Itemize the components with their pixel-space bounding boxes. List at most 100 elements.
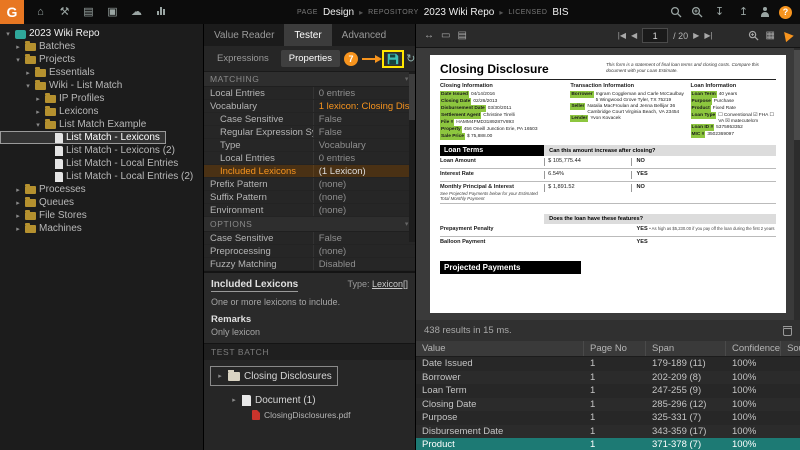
expander-icon[interactable]: [230, 396, 238, 404]
property-row-case-sensitive-options[interactable]: Case SensitiveFalse: [204, 232, 415, 245]
expander-icon[interactable]: ▾: [24, 82, 32, 90]
upload-icon[interactable]: [736, 0, 751, 24]
property-value[interactable]: (1 Lexicon): [314, 166, 415, 177]
first-page-button[interactable]: [618, 31, 626, 40]
expander-icon[interactable]: ▸: [14, 199, 22, 207]
property-row-fuzzy-matching[interactable]: Fuzzy MatchingDisabled: [204, 258, 415, 271]
stats-icon[interactable]: [153, 0, 168, 24]
trash-icon[interactable]: [783, 326, 792, 336]
property-row-vocabulary[interactable]: Vocabulary1 lexicon: Closing Disclosu…: [204, 100, 415, 113]
tree-item-wiki-list-match[interactable]: ▾Wiki - List Match: [0, 79, 203, 92]
layout-grid-icon[interactable]: [766, 30, 775, 41]
tab-tester[interactable]: Tester: [284, 24, 331, 46]
page-number-input[interactable]: [642, 28, 668, 43]
property-value[interactable]: Disabled: [314, 259, 415, 270]
refresh-icon[interactable]: [406, 52, 415, 65]
result-row[interactable]: Closing Date1285-296 (12)100%: [416, 398, 800, 412]
search-icon[interactable]: [670, 6, 682, 18]
property-row-regex-syntax[interactable]: Regular Expression SyntaxFalse: [204, 126, 415, 139]
help-icon[interactable]: [779, 6, 792, 19]
tree-item-batches[interactable]: ▸Batches: [0, 40, 203, 53]
download-icon[interactable]: [712, 0, 727, 24]
expander-icon[interactable]: ▸: [14, 225, 22, 233]
column-confidence[interactable]: Confidence: [726, 341, 781, 356]
property-row-local-entries-2[interactable]: Local Entries0 entries: [204, 152, 415, 165]
cloud-icon[interactable]: [129, 0, 144, 24]
fit-page-icon[interactable]: [441, 30, 450, 41]
type-value[interactable]: Lexicon[]: [372, 279, 408, 289]
expander-icon[interactable]: ▾: [14, 56, 22, 64]
inspector-scrollbar[interactable]: [409, 72, 415, 242]
column-span[interactable]: Span: [646, 341, 726, 356]
section-matching[interactable]: MATCHING: [204, 72, 415, 87]
property-value[interactable]: False: [314, 114, 415, 125]
property-value[interactable]: (none): [314, 179, 415, 190]
repository-value[interactable]: 2023 Wiki Repo: [424, 7, 495, 18]
result-row[interactable]: Borrower1202-209 (8)100%: [416, 371, 800, 385]
tree-item-file-stores[interactable]: ▸File Stores: [0, 209, 203, 222]
tree-item-list-match-example[interactable]: ▾List Match Example: [0, 118, 203, 131]
thumbnails-icon[interactable]: [457, 30, 466, 41]
property-value[interactable]: False: [314, 127, 415, 138]
home-icon[interactable]: [33, 0, 48, 24]
property-value[interactable]: 1 lexicon: Closing Disclosu…: [314, 101, 415, 112]
column-page-no[interactable]: Page No: [584, 341, 646, 356]
previous-page-button[interactable]: [631, 31, 637, 40]
property-value[interactable]: False: [314, 233, 415, 244]
tree-item-essentials[interactable]: ▸Essentials: [0, 66, 203, 79]
save-button[interactable]: [382, 50, 404, 68]
property-row-prefix-pattern[interactable]: Prefix Pattern(none): [204, 178, 415, 191]
last-page-button[interactable]: [704, 31, 712, 40]
tree-item-machines[interactable]: ▸Machines: [0, 222, 203, 235]
property-row-local-entries[interactable]: Local Entries0 entries: [204, 87, 415, 100]
property-row-environment[interactable]: Environment(none): [204, 204, 415, 217]
result-row[interactable]: Purpose1325-331 (7)100%: [416, 411, 800, 425]
tree-item-list-match-local-entries-2[interactable]: List Match - Local Entries (2): [0, 170, 203, 183]
user-icon[interactable]: [760, 7, 770, 17]
property-row-case-sensitive[interactable]: Case SensitiveFalse: [204, 113, 415, 126]
expander-icon[interactable]: ▾: [34, 121, 42, 129]
expander-icon[interactable]: ▾: [4, 30, 12, 38]
property-row-type[interactable]: TypeVocabulary: [204, 139, 415, 152]
property-row-included-lexicons[interactable]: Included Lexicons(1 Lexicon): [204, 165, 415, 178]
subtab-properties[interactable]: Properties: [281, 50, 340, 67]
expander-icon[interactable]: [216, 372, 224, 380]
subtab-expressions[interactable]: Expressions: [209, 50, 277, 67]
property-value[interactable]: 0 entries: [314, 88, 415, 99]
expander-icon[interactable]: ▸: [34, 108, 42, 116]
expander-icon[interactable]: ▸: [14, 43, 22, 51]
tree-item-list-match-lexicons-2[interactable]: List Match - Lexicons (2): [0, 144, 203, 157]
expander-icon[interactable]: ▸: [14, 186, 22, 194]
expander-icon[interactable]: ▸: [14, 212, 22, 220]
tree-item-lexicons[interactable]: ▸Lexicons: [0, 105, 203, 118]
property-value[interactable]: (none): [314, 192, 415, 203]
tree-item-processes[interactable]: ▸Processes: [0, 183, 203, 196]
result-row-selected[interactable]: Product1371-378 (7)100%: [416, 438, 800, 450]
test-batch-document[interactable]: Document (1): [230, 392, 415, 408]
tree-item-ip-profiles[interactable]: ▸IP Profiles: [0, 92, 203, 105]
tree-item-projects[interactable]: ▾Projects: [0, 53, 203, 66]
property-value[interactable]: (none): [314, 205, 415, 216]
page-value[interactable]: Design: [323, 7, 354, 18]
property-value[interactable]: Vocabulary: [314, 140, 415, 151]
projects-icon[interactable]: [105, 0, 120, 24]
zoom-icon[interactable]: [691, 6, 703, 18]
test-batch-folder[interactable]: Closing Disclosures: [212, 368, 336, 384]
property-value[interactable]: (none): [314, 246, 415, 257]
tree-item-queues[interactable]: ▸Queues: [0, 196, 203, 209]
licensed-value[interactable]: BIS: [552, 7, 568, 18]
document-page[interactable]: Closing Disclosure This form is a statem…: [430, 55, 786, 313]
section-options[interactable]: OPTIONS: [204, 217, 415, 232]
grooper-logo-icon[interactable]: [0, 0, 24, 24]
tree-item-list-match-local-entries[interactable]: List Match - Local Entries: [0, 157, 203, 170]
pointer-tool-icon[interactable]: [780, 29, 793, 42]
zoom-in-icon[interactable]: [748, 30, 759, 41]
design-pages-icon[interactable]: [81, 0, 96, 24]
tab-advanced[interactable]: Advanced: [332, 24, 396, 46]
property-row-preprocessing[interactable]: Preprocessing(none): [204, 245, 415, 258]
fit-width-icon[interactable]: [424, 30, 434, 41]
result-row[interactable]: Disbursement Date1343-359 (17)100%: [416, 425, 800, 439]
property-row-suffix-pattern[interactable]: Suffix Pattern(none): [204, 191, 415, 204]
tab-value-reader[interactable]: Value Reader: [204, 24, 284, 46]
tree-item-list-match-lexicons[interactable]: List Match - Lexicons: [0, 131, 166, 144]
